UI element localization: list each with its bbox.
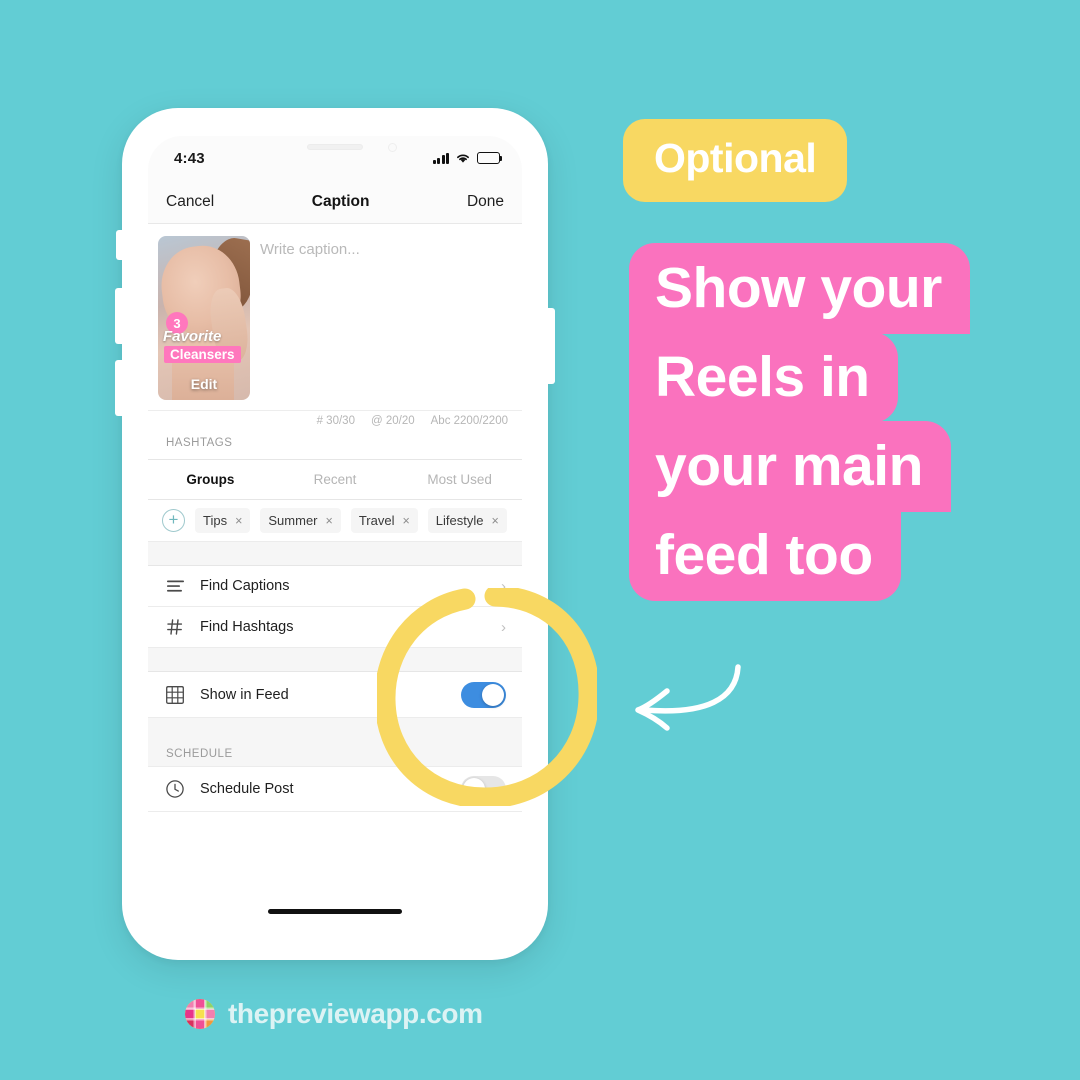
navigation-bar: Cancel Caption Done — [148, 180, 522, 224]
status-time: 4:43 — [174, 149, 205, 167]
headline-line-3: your main — [629, 421, 951, 512]
curved-left-arrow-icon — [635, 664, 741, 731]
footer-brand-text: thepreviewapp.com — [228, 998, 483, 1029]
chevron-right-icon: › — [501, 577, 506, 595]
row-label: Find Hashtags — [200, 619, 294, 635]
front-camera-icon — [388, 143, 397, 152]
phone-mockup: 4:43 Cancel Caption Done 3 Favorite Clea… — [115, 108, 555, 960]
section-divider — [148, 648, 522, 672]
list-lines-icon — [164, 580, 186, 593]
hashtag-group-chips: + Tips × Summer × Travel × Lifestyle × — [148, 500, 522, 542]
hashtag-icon — [164, 619, 186, 635]
hashtag-tabs: Groups Recent Most Used — [148, 460, 522, 500]
caption-input[interactable]: Write caption... — [260, 236, 512, 400]
tab-most-used[interactable]: Most Used — [397, 460, 522, 499]
phone-screen: 4:43 Cancel Caption Done 3 Favorite Clea… — [148, 136, 522, 932]
tab-recent[interactable]: Recent — [273, 460, 398, 499]
footer-brand: thepreviewapp.com — [185, 998, 483, 1030]
close-icon[interactable]: × — [402, 514, 409, 528]
section-divider — [148, 718, 522, 736]
phone-volume-up-button — [115, 288, 123, 344]
close-icon[interactable]: × — [235, 514, 242, 528]
hashtags-section-label: HASHTAGS — [148, 433, 522, 460]
phone-notch — [251, 136, 419, 162]
cancel-button[interactable]: Cancel — [166, 193, 214, 211]
row-show-in-feed[interactable]: Show in Feed — [148, 672, 522, 718]
headline-line-1: Show your — [629, 243, 970, 334]
show-in-feed-toggle[interactable] — [461, 681, 506, 708]
character-counter: Abc 2200/2200 — [430, 415, 508, 427]
section-divider — [148, 542, 522, 566]
close-icon[interactable]: × — [326, 514, 333, 528]
hashtag-counter: # 30/30 — [316, 415, 355, 427]
row-label: Schedule Post — [200, 781, 294, 797]
caption-placeholder: Write caption... — [260, 241, 360, 258]
status-icons — [432, 152, 503, 164]
schedule-post-toggle[interactable] — [461, 776, 506, 802]
headline-block: Show your Reels in your main feed too — [629, 243, 970, 601]
headline-line-2: Reels in — [629, 332, 898, 423]
chip-label: Tips — [203, 513, 228, 528]
row-schedule-post[interactable]: Schedule Post — [148, 766, 522, 812]
preview-app-logo-icon — [185, 999, 215, 1029]
chip-label: Lifestyle — [435, 513, 484, 528]
phone-volume-down-button — [115, 360, 123, 416]
thumbnail-overlay-line-1: Favorite — [163, 328, 222, 345]
caption-area: 3 Favorite Cleansers Edit Write caption.… — [148, 224, 522, 410]
thumbnail-overlay-line-2: Cleansers — [164, 346, 241, 363]
edit-media-button[interactable]: Edit — [158, 376, 250, 392]
phone-mute-switch — [116, 230, 123, 260]
headline-line-4: feed too — [629, 510, 901, 601]
media-thumbnail[interactable]: 3 Favorite Cleansers Edit — [158, 236, 250, 400]
speaker-slot-icon — [307, 144, 363, 150]
phone-power-button — [547, 308, 555, 384]
tab-groups[interactable]: Groups — [148, 460, 273, 499]
optional-badge: Optional — [623, 119, 848, 202]
done-button[interactable]: Done — [467, 193, 504, 211]
row-find-hashtags[interactable]: Find Hashtags › — [148, 607, 522, 648]
chip-label: Travel — [358, 513, 395, 528]
chip-lifestyle[interactable]: Lifestyle × — [427, 508, 507, 533]
caption-counters: # 30/30 @ 20/20 Abc 2200/2200 — [148, 410, 522, 433]
chip-summer[interactable]: Summer × — [260, 508, 341, 533]
row-label: Show in Feed — [200, 686, 289, 703]
schedule-section-label: SCHEDULE — [148, 736, 522, 766]
battery-icon — [477, 152, 503, 164]
chip-label: Summer — [268, 513, 318, 528]
signal-bars-icon — [432, 152, 449, 164]
home-indicator — [268, 909, 402, 914]
clock-icon — [164, 780, 186, 798]
chevron-right-icon: › — [501, 618, 506, 636]
row-find-captions[interactable]: Find Captions › — [148, 566, 522, 607]
row-label: Find Captions — [200, 578, 290, 594]
page-title: Caption — [311, 192, 370, 210]
grid-icon — [164, 685, 186, 704]
wifi-icon — [457, 154, 469, 163]
chip-travel[interactable]: Travel × — [350, 508, 418, 533]
close-icon[interactable]: × — [491, 514, 498, 528]
add-group-button[interactable]: + — [162, 509, 185, 532]
mention-counter: @ 20/20 — [370, 415, 415, 427]
chip-tips[interactable]: Tips × — [195, 508, 251, 533]
